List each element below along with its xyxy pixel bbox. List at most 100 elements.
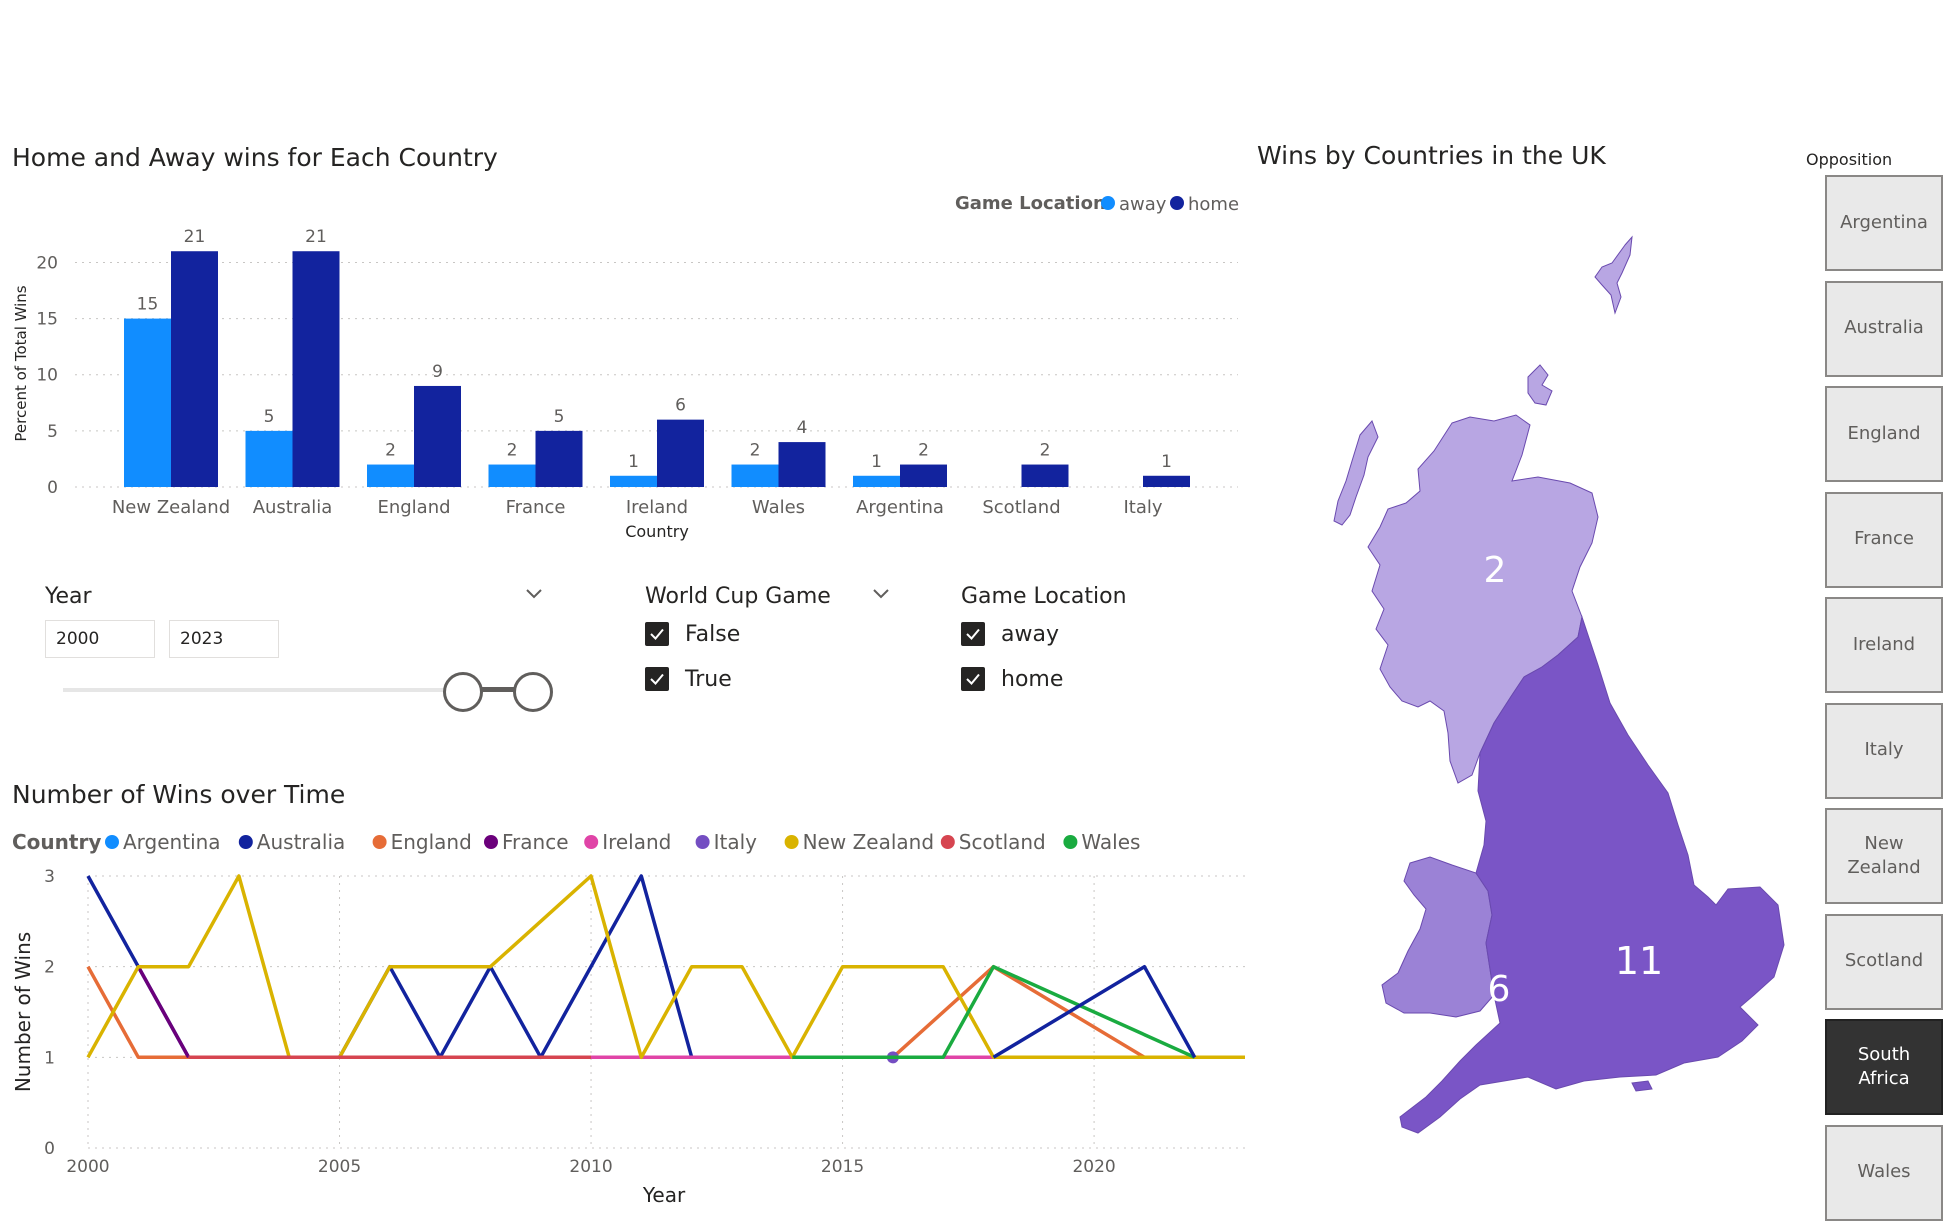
worldcup-option-false[interactable]: False — [645, 614, 740, 654]
uk-map[interactable]: 2 6 11 — [1280, 225, 1800, 1155]
series-wales-line — [792, 964, 1196, 1060]
chevron-down-icon[interactable] — [525, 585, 543, 603]
opposition-tile-label: England — [1847, 422, 1921, 444]
map-title: Wins by Countries in the UK — [1257, 141, 1606, 170]
bar-home — [171, 251, 218, 487]
bar-data-label: 2 — [750, 441, 761, 461]
worldcup-slicer-title: World Cup Game — [645, 584, 831, 609]
line-legend-marker — [484, 835, 498, 849]
line-x-tick-label: 2020 — [1072, 1157, 1115, 1177]
bar-data-label: 21 — [184, 227, 206, 247]
location-option-label: home — [1001, 666, 1064, 692]
map-region-wales[interactable] — [1381, 856, 1495, 1018]
line-x-tick-label: 2005 — [318, 1157, 361, 1177]
bar-y-tick-label: 5 — [47, 422, 58, 442]
checkbox-checked-icon[interactable] — [961, 622, 985, 646]
location-option-home[interactable]: home — [961, 659, 1063, 699]
chevron-down-icon[interactable] — [872, 585, 890, 603]
bar-data-label: 2 — [1040, 441, 1051, 461]
bar-away — [245, 430, 293, 487]
opposition-tile-label: France — [1854, 528, 1914, 550]
line-y-axis-label: Number of Wins — [11, 932, 35, 1092]
opposition-tile-france[interactable]: France — [1825, 491, 1943, 588]
bar-x-tick-label: New Zealand — [112, 497, 230, 518]
bar-data-label: 21 — [305, 227, 327, 247]
bar-chart-title: Home and Away wins for Each Country — [12, 143, 498, 172]
map-label-scotland: 2 — [1484, 550, 1507, 591]
bar-data-label: 2 — [918, 441, 929, 461]
bar-legend-marker — [1101, 196, 1115, 210]
opposition-tile-italy[interactable]: Italy — [1825, 702, 1943, 799]
year-slider-end-handle[interactable] — [513, 672, 553, 712]
bar-data-label: 6 — [675, 396, 686, 416]
line-legend-title: Country — [12, 830, 101, 854]
line-legend-label: Ireland — [602, 830, 671, 854]
line-legend-label: Argentina — [123, 830, 221, 854]
bar-x-tick-label: Italy — [1123, 497, 1162, 518]
year-slider-start-handle[interactable] — [443, 672, 483, 712]
opposition-tile-south-africa[interactable]: South Africa — [1825, 1019, 1943, 1115]
location-slicer-title: Game Location — [961, 584, 1127, 609]
bar-x-tick-label: Scotland — [982, 497, 1060, 518]
line-legend-label: France — [502, 830, 569, 854]
bar-data-label: 2 — [385, 441, 396, 461]
bar-home — [778, 442, 826, 487]
line-chart[interactable]: Country Argentina Australia England France Ir… — [0, 818, 1260, 1218]
bar-legend-marker — [1170, 196, 1184, 210]
map-region-shetland — [1594, 235, 1633, 315]
opposition-tile-scotland[interactable]: Scotland — [1825, 913, 1943, 1010]
bar-x-tick-label: France — [506, 497, 566, 518]
checkbox-checked-icon[interactable] — [645, 667, 669, 691]
line-legend-label: Australia — [257, 830, 345, 854]
line-legend-marker — [584, 835, 599, 849]
bar-x-axis-label: Country — [625, 522, 689, 541]
opposition-tile-argentina[interactable]: Argentina — [1825, 175, 1943, 271]
year-slicer-title: Year — [45, 584, 92, 609]
bar-data-label: 1 — [871, 452, 882, 472]
bar-y-axis-label: Percent of Total Wins — [12, 285, 30, 441]
line-y-tick-label: 3 — [44, 867, 55, 887]
bar-y-tick-label: 0 — [47, 478, 58, 498]
series-france-line — [136, 965, 191, 1059]
bar-home — [1021, 464, 1069, 487]
map-region-hebrides — [1333, 420, 1379, 526]
bar-home — [900, 464, 947, 487]
bar-legend-label: away — [1119, 194, 1167, 215]
year-start-input[interactable]: 2000 — [45, 620, 155, 658]
map-region-isle-of-wight — [1631, 1080, 1653, 1092]
bar-data-label: 9 — [432, 362, 443, 382]
worldcup-option-true[interactable]: True — [645, 659, 740, 699]
opposition-tile-label: Italy — [1864, 739, 1904, 761]
bar-home — [1143, 475, 1190, 487]
opposition-tile-ireland[interactable]: Ireland — [1825, 597, 1943, 693]
opposition-tile-label: South Africa — [1857, 1043, 1911, 1089]
opposition-tile-england[interactable]: England — [1825, 386, 1943, 482]
bar-away — [367, 464, 414, 487]
bar-x-tick-label: Argentina — [856, 497, 944, 518]
line-legend-label: Wales — [1081, 830, 1140, 854]
line-y-tick-label: 1 — [44, 1048, 55, 1068]
bar-legend-title: Game Location — [955, 193, 1106, 214]
checkbox-checked-icon[interactable] — [961, 667, 985, 691]
checkbox-checked-icon[interactable] — [645, 622, 669, 646]
bar-x-tick-label: Ireland — [626, 497, 688, 518]
bar-data-label: 4 — [797, 418, 808, 438]
line-legend-label: England — [391, 830, 472, 854]
line-y-tick-label: 0 — [44, 1139, 55, 1159]
line-x-tick-label: 2015 — [821, 1157, 864, 1177]
location-option-away[interactable]: away — [961, 614, 1063, 654]
opposition-tile-wales[interactable]: Wales — [1825, 1124, 1943, 1221]
line-chart-title: Number of Wins over Time — [12, 780, 346, 809]
bar-x-tick-label: England — [377, 497, 450, 518]
opposition-tile-label: Scotland — [1844, 950, 1924, 972]
year-end-input[interactable]: 2023 — [169, 620, 279, 658]
line-legend-label: New Zealand — [803, 830, 934, 854]
line-legend-marker — [784, 835, 799, 849]
opposition-tile-new-zealand[interactable]: New Zealand — [1825, 808, 1943, 904]
opposition-tile-australia[interactable]: Australia — [1825, 280, 1943, 377]
bar-data-label: 1 — [628, 452, 639, 472]
map-label-wales: 6 — [1488, 969, 1511, 1010]
bar-data-label: 2 — [507, 441, 518, 461]
map-region-orkney — [1527, 364, 1553, 406]
bar-chart[interactable]: Game Location away home05101520Percent of … — [0, 180, 1250, 550]
